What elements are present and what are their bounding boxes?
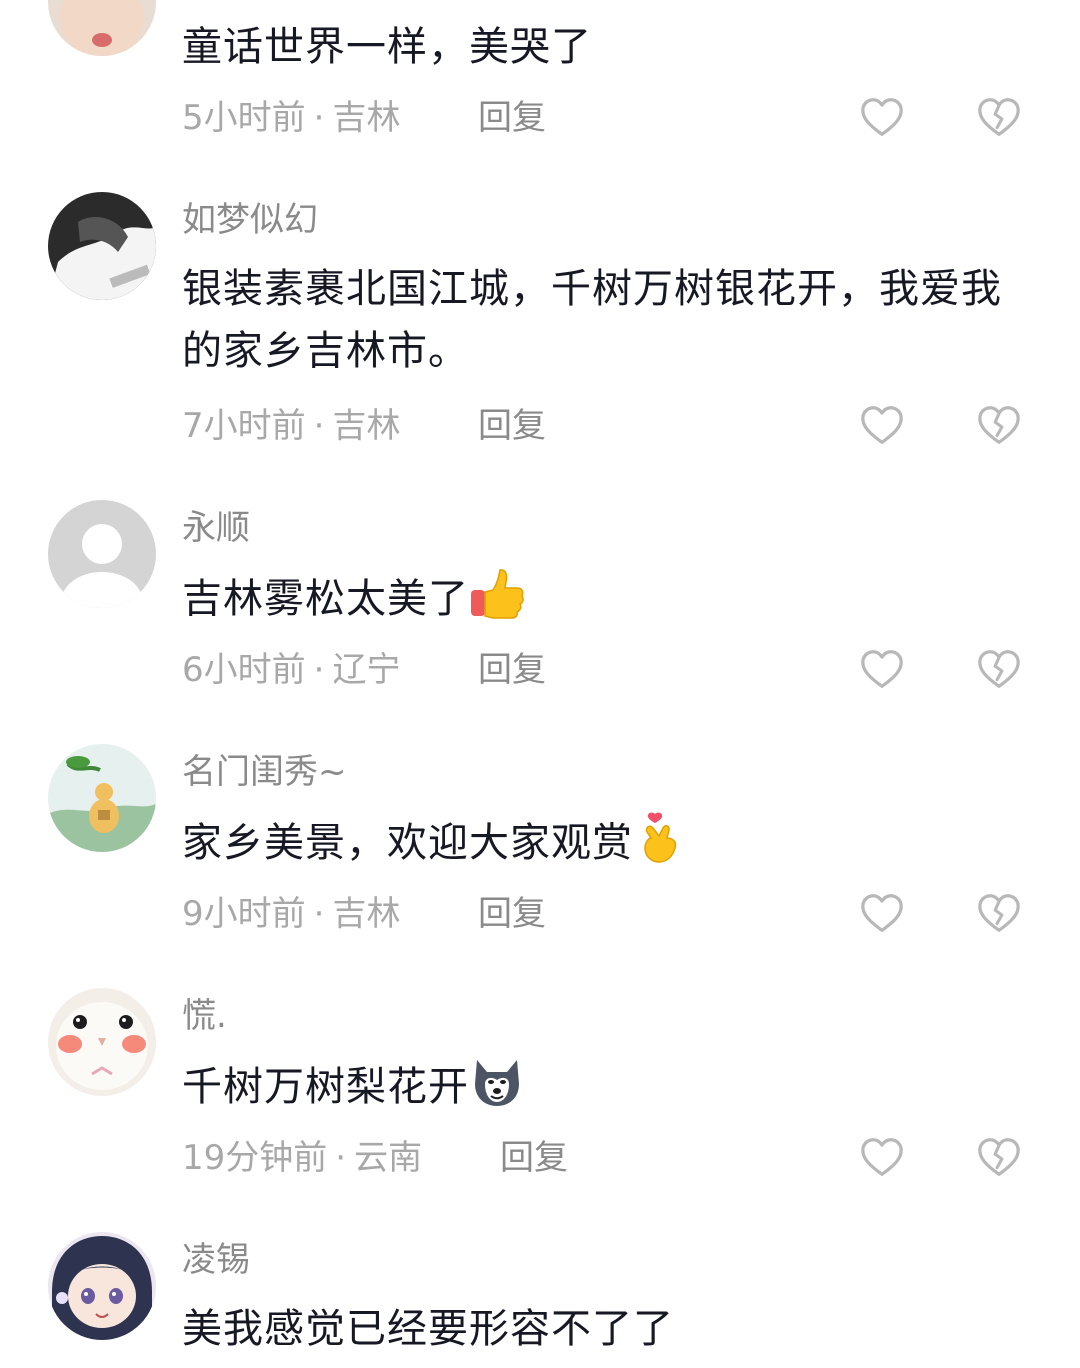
heart-outline-icon — [861, 406, 903, 444]
kissing-face-avatar-icon — [48, 0, 156, 56]
user-avatar[interactable] — [48, 192, 156, 300]
heart-outline-icon — [861, 650, 903, 688]
white-cat-avatar-icon — [48, 988, 156, 1096]
comment-meta: 19分钟前 · 云南 — [182, 1136, 422, 1180]
comment-time: 6小时前 — [182, 650, 306, 690]
comment-text-content: 吉林雾松太美了 — [182, 576, 469, 622]
comment-text: 吉林雾松太美了 — [182, 566, 1022, 630]
user-avatar[interactable] — [48, 744, 156, 852]
comment-text-content: 家乡美景，欢迎大家观赏 — [182, 820, 633, 866]
comment-time: 19分钟前 — [182, 1138, 328, 1178]
dislike-button[interactable] — [976, 95, 1022, 141]
dislike-button[interactable] — [976, 1135, 1022, 1181]
dislike-button[interactable] — [976, 403, 1022, 449]
user-avatar[interactable] — [48, 988, 156, 1096]
default-person-avatar-icon — [48, 500, 156, 608]
comment-text: 千树万树梨花开 — [182, 1054, 1022, 1118]
comment-location: 云南 — [354, 1138, 423, 1178]
dislike-button[interactable] — [976, 891, 1022, 937]
meta-separator: · — [313, 650, 325, 690]
heart-outline-icon — [861, 894, 903, 932]
username[interactable]: 慌. — [182, 994, 227, 1038]
broken-heart-icon — [978, 894, 1020, 932]
like-button[interactable] — [859, 403, 905, 449]
anime-girl-avatar-icon — [48, 1232, 156, 1340]
like-button[interactable] — [859, 95, 905, 141]
comment-text-content: 千树万树梨花开 — [182, 1064, 469, 1110]
comment-text: 银装素裹北国江城，千树万树银花开，我爱我的家乡吉林市。 — [182, 266, 1002, 374]
comment-meta: 6小时前 · 辽宁 — [182, 648, 400, 692]
dark-photo-avatar-icon — [48, 192, 156, 300]
comment-time: 9小时前 — [182, 894, 306, 934]
finger-heart-icon — [633, 810, 689, 866]
reply-button[interactable]: 回复 — [478, 648, 546, 692]
comment-location: 辽宁 — [332, 650, 401, 690]
meta-separator: · — [313, 406, 325, 446]
meta-separator: · — [335, 1138, 347, 1178]
reply-button[interactable]: 回复 — [478, 96, 546, 140]
comment-text: 家乡美景，欢迎大家观赏 — [182, 810, 1022, 874]
username[interactable]: 永顺 — [182, 506, 250, 550]
user-avatar[interactable] — [48, 1232, 156, 1340]
broken-heart-icon — [978, 98, 1020, 136]
heart-outline-icon — [861, 98, 903, 136]
meta-separator: · — [313, 894, 325, 934]
broken-heart-icon — [978, 406, 1020, 444]
husky-dog-icon — [469, 1054, 525, 1110]
heart-outline-icon — [861, 1138, 903, 1176]
comment-meta: 7小时前 · 吉林 — [182, 404, 400, 448]
username[interactable]: 名门闺秀~ — [182, 750, 347, 794]
like-button[interactable] — [859, 647, 905, 693]
like-button[interactable] — [859, 891, 905, 937]
broken-heart-icon — [978, 650, 1020, 688]
comment-time: 5小时前 — [182, 98, 306, 138]
comment-location: 吉林 — [332, 98, 401, 138]
reply-button[interactable]: 回复 — [500, 1136, 568, 1180]
reply-button[interactable]: 回复 — [478, 404, 546, 448]
comment-location: 吉林 — [332, 406, 401, 446]
thumbs-up-icon — [469, 566, 525, 622]
like-button[interactable] — [859, 1135, 905, 1181]
broken-heart-icon — [978, 1138, 1020, 1176]
meta-separator: · — [313, 98, 325, 138]
username[interactable]: 如梦似幻 — [182, 198, 318, 242]
username[interactable]: 凌锡 — [182, 1238, 250, 1282]
gourd-landscape-avatar-icon — [48, 744, 156, 852]
comment-text: 童话世界一样，美哭了 — [182, 24, 592, 70]
comment-location: 吉林 — [332, 894, 401, 934]
user-avatar[interactable] — [48, 500, 156, 608]
reply-button[interactable]: 回复 — [478, 892, 546, 936]
comment-meta: 5小时前 · 吉林 — [182, 96, 400, 140]
user-avatar[interactable] — [48, 0, 156, 56]
comment-meta: 9小时前 · 吉林 — [182, 892, 400, 936]
comment-text: 美我感觉已经要形容不了了 — [182, 1306, 674, 1352]
dislike-button[interactable] — [976, 647, 1022, 693]
comment-time: 7小时前 — [182, 406, 306, 446]
